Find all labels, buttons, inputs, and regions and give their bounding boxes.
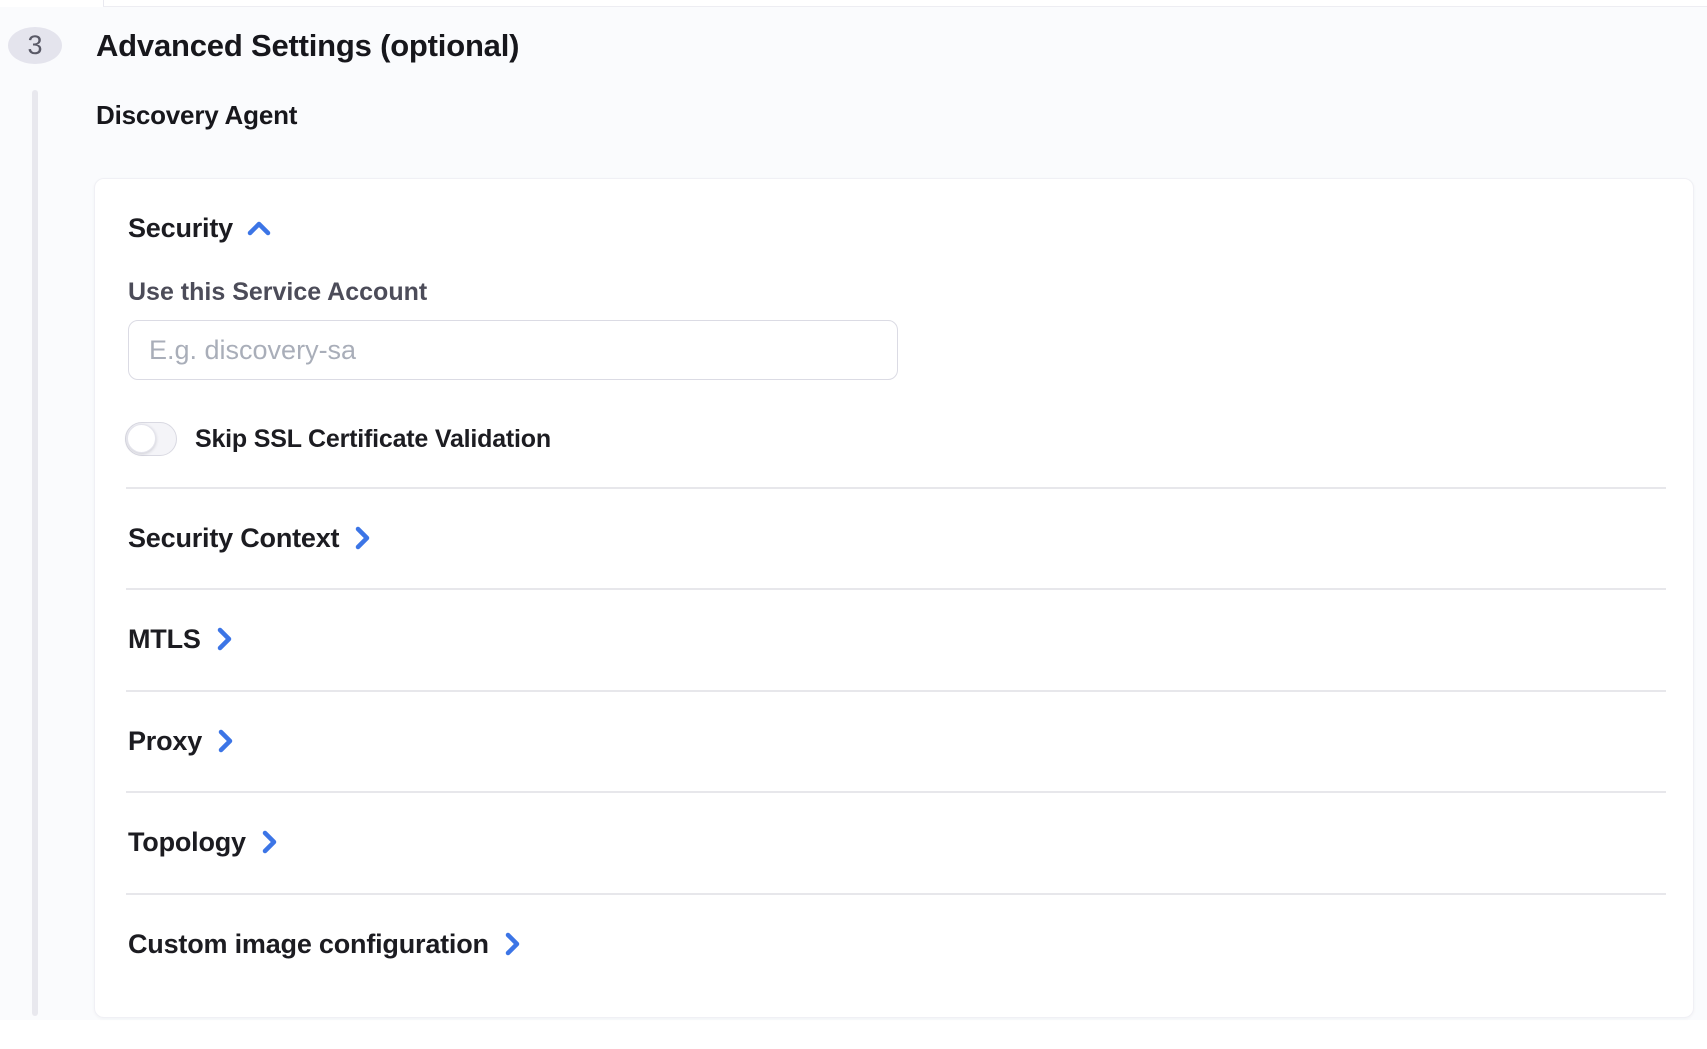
chevron-right-icon xyxy=(217,729,233,753)
previous-step-card-edge xyxy=(103,0,1707,7)
skip-ssl-toggle[interactable] xyxy=(125,422,177,456)
divider xyxy=(126,690,1666,692)
wizard-advanced-settings-screen: 3 Advanced Settings (optional) Discovery… xyxy=(0,0,1707,1049)
section-row-label: MTLS xyxy=(128,624,201,655)
service-account-label: Use this Service Account xyxy=(128,276,427,308)
section-row-label: Topology xyxy=(128,827,246,858)
chevron-right-icon xyxy=(504,932,520,956)
security-section-header[interactable]: Security xyxy=(128,208,271,248)
service-account-input[interactable] xyxy=(128,320,898,380)
section-row-label: Security Context xyxy=(128,523,339,554)
section-row-mtls[interactable]: MTLS xyxy=(128,619,232,659)
step-number: 3 xyxy=(27,30,42,61)
chevron-right-icon xyxy=(261,830,277,854)
divider xyxy=(126,588,1666,590)
section-row-custom-image-configuration[interactable]: Custom image configuration xyxy=(128,924,520,964)
step-number-badge: 3 xyxy=(8,27,62,64)
chevron-right-icon xyxy=(216,627,232,651)
advanced-settings-card: Security Use this Service Account Skip S… xyxy=(94,178,1694,1018)
section-row-security-context[interactable]: Security Context xyxy=(128,518,370,558)
divider xyxy=(126,487,1666,489)
chevron-right-icon xyxy=(354,526,370,550)
ssl-toggle-row: Skip SSL Certificate Validation xyxy=(125,422,551,456)
section-row-proxy[interactable]: Proxy xyxy=(128,721,233,761)
section-row-topology[interactable]: Topology xyxy=(128,822,277,862)
chevron-up-icon[interactable] xyxy=(247,220,271,236)
divider xyxy=(126,893,1666,895)
section-row-label: Proxy xyxy=(128,726,202,757)
skip-ssl-toggle-label: Skip SSL Certificate Validation xyxy=(195,425,551,454)
security-section-title: Security xyxy=(128,213,233,244)
step-connector-line xyxy=(32,90,38,1016)
discovery-agent-label: Discovery Agent xyxy=(96,100,297,131)
section-row-label: Custom image configuration xyxy=(128,929,489,960)
page-title: Advanced Settings (optional) xyxy=(96,28,519,64)
divider xyxy=(126,791,1666,793)
toggle-knob xyxy=(127,424,156,453)
